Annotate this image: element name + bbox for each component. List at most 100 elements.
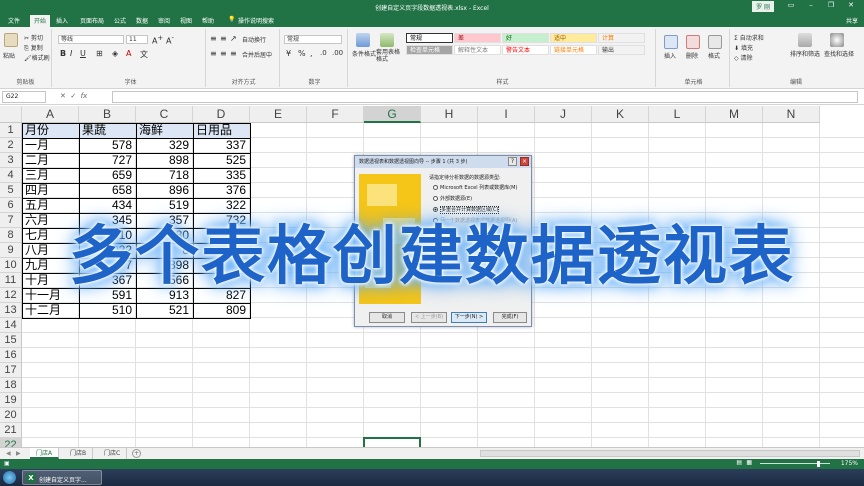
name-box[interactable]: G22 [2, 91, 46, 103]
tab-formulas[interactable]: 公式 [114, 16, 126, 25]
table-cell[interactable]: 898 [136, 153, 192, 168]
normal-view-icon[interactable]: ▦ [746, 459, 752, 466]
format-cells-icon[interactable] [708, 35, 722, 49]
font-name-select[interactable]: 等线 [58, 35, 124, 44]
tab-view[interactable]: 视图 [180, 16, 192, 25]
bold-icon[interactable]: B [60, 49, 66, 58]
row-header-1[interactable]: 1 [0, 123, 22, 138]
start-button-icon[interactable] [3, 471, 16, 484]
percent-icon[interactable]: % [298, 49, 306, 58]
column-header-j[interactable]: J [535, 106, 592, 123]
decrease-decimal-icon[interactable]: .00 [332, 49, 343, 57]
column-header-k[interactable]: K [592, 106, 649, 123]
page-layout-view-icon[interactable]: ▤ [736, 459, 742, 466]
close-icon[interactable]: ✕ [844, 1, 858, 9]
cancel-button[interactable]: 取消 [369, 312, 405, 323]
table-cell[interactable]: 322 [193, 198, 249, 213]
number-format-select[interactable]: 常规 [284, 35, 342, 44]
table-cell[interactable]: 二月 [22, 153, 78, 168]
column-header-b[interactable]: B [79, 106, 136, 123]
format-cells-button[interactable]: 格式 [708, 51, 720, 60]
column-header-g[interactable]: G [364, 106, 421, 123]
column-header-a[interactable]: A [22, 106, 79, 123]
tab-home[interactable]: 开始 [30, 15, 51, 27]
column-header-h[interactable]: H [421, 106, 478, 123]
align-middle-icon[interactable]: ≡ [220, 34, 227, 43]
table-cell[interactable]: 三月 [22, 168, 78, 183]
row-header-4[interactable]: 4 [0, 168, 22, 183]
table-cell[interactable]: 376 [193, 183, 249, 198]
table-cell[interactable]: 329 [136, 138, 192, 153]
font-size-select[interactable]: 11 [126, 35, 148, 44]
cut-button[interactable]: ✂ 剪切 [24, 33, 43, 42]
comma-icon[interactable]: , [310, 49, 313, 58]
table-cell[interactable]: 578 [79, 138, 135, 153]
finish-button[interactable]: 完成(F) [493, 312, 527, 323]
currency-icon[interactable]: ¥ [286, 49, 291, 58]
cell-style-5[interactable]: 计算 [598, 33, 645, 43]
tab-help[interactable]: 帮助 [202, 16, 214, 25]
table-cell[interactable]: 896 [136, 183, 192, 198]
align-left-icon[interactable]: ≡ [210, 49, 217, 58]
paste-icon[interactable] [4, 33, 18, 47]
sheet-tab-3[interactable]: 门店C [98, 448, 128, 459]
column-header-l[interactable]: L [649, 106, 706, 123]
copy-button[interactable]: ⎘ 复制 [24, 43, 43, 53]
tab-review[interactable]: 审阅 [158, 16, 170, 25]
next-button[interactable]: 下一步(N) > [451, 312, 487, 323]
source-option-3[interactable]: 多重合并计算数据区域(C) [433, 206, 500, 214]
formula-input[interactable] [112, 91, 858, 103]
zoom-slider-knob[interactable] [817, 461, 820, 467]
cell-style-2[interactable]: 差 [454, 33, 501, 43]
underline-icon[interactable]: U [80, 49, 86, 58]
cell-style-1[interactable]: 常规 [406, 33, 453, 43]
sheet-tab-2[interactable]: 门店B [64, 448, 94, 459]
row-header-21[interactable]: 21 [0, 423, 22, 438]
column-header-m[interactable]: M [706, 106, 763, 123]
cell-style-9[interactable]: 链接单元格 [550, 45, 597, 55]
enter-icon[interactable]: ✓ [70, 92, 76, 100]
row-header-13[interactable]: 13 [0, 303, 22, 318]
phonetic-icon[interactable]: 文 [140, 49, 148, 60]
fill-button[interactable]: ⬇ 填充 [734, 43, 753, 52]
table-cell[interactable]: 519 [136, 198, 192, 213]
conditional-format-icon[interactable] [356, 33, 370, 47]
insert-cells-icon[interactable] [664, 35, 678, 49]
row-header-18[interactable]: 18 [0, 378, 22, 393]
column-header-d[interactable]: D [193, 106, 250, 123]
table-cell[interactable]: 五月 [22, 198, 78, 213]
table-cell[interactable]: 十二月 [22, 303, 78, 318]
ribbon-display-icon[interactable]: ▭ [784, 1, 798, 9]
align-center-icon[interactable]: ≡ [220, 49, 227, 58]
tab-file[interactable]: 文件 [8, 16, 20, 25]
active-cell[interactable] [363, 437, 421, 447]
italic-icon[interactable]: I [70, 49, 72, 58]
row-header-3[interactable]: 3 [0, 153, 22, 168]
font-color-icon[interactable]: A [126, 49, 131, 58]
sheet-tab-1[interactable]: 门店A [30, 448, 60, 459]
table-cell[interactable]: 434 [79, 198, 135, 213]
table-cell[interactable]: 718 [136, 168, 192, 183]
clear-button[interactable]: ◇ 清除 [734, 53, 753, 62]
excel-taskbar-button[interactable]: X 创建自定义页字... [22, 470, 102, 485]
row-header-22[interactable]: 22 [0, 438, 22, 447]
table-format-icon[interactable] [380, 33, 394, 47]
table-cell[interactable]: 809 [193, 303, 249, 318]
prev-sheet-icon[interactable]: ◀ [6, 450, 11, 457]
row-header-20[interactable]: 20 [0, 408, 22, 423]
next-sheet-icon[interactable]: ▶ [16, 450, 21, 457]
wrap-text-button[interactable]: 自动换行 [242, 35, 266, 44]
align-right-icon[interactable]: ≡ [230, 49, 237, 58]
cell-style-7[interactable]: 解释性文本 [454, 45, 501, 55]
column-header-i[interactable]: I [478, 106, 535, 123]
cell-style-4[interactable]: 适中 [550, 33, 597, 43]
table-cell[interactable]: 四月 [22, 183, 78, 198]
table-format-button[interactable]: 套用表格格式 [376, 49, 402, 63]
table-cell[interactable]: 337 [193, 138, 249, 153]
table-cell[interactable]: 525 [193, 153, 249, 168]
row-header-5[interactable]: 5 [0, 183, 22, 198]
horizontal-scrollbar[interactable] [480, 450, 860, 457]
table-cell[interactable]: 335 [193, 168, 249, 183]
table-cell[interactable]: 一月 [22, 138, 78, 153]
table-header-cell[interactable]: 海鲜 [136, 123, 192, 138]
